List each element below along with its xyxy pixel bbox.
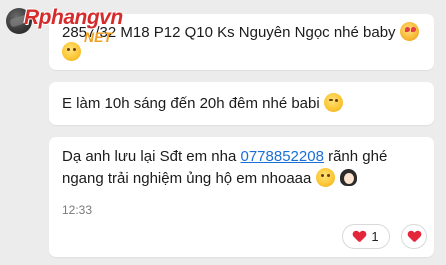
phone-number-link[interactable]: 0778852208 (240, 148, 323, 165)
smiling-face-icon (315, 168, 335, 187)
message-text: Dạ anh lưu lại Sđt em nha (62, 148, 241, 165)
message-text: ngang trải nghiệm ủng hộ em nhoaaa (62, 170, 312, 187)
message-text: E làm 10h sáng đến 20h đêm nhé babi (62, 95, 320, 112)
girl-emoji-icon (339, 168, 358, 187)
watermark-net-text: NET (84, 29, 112, 45)
message-text: rãnh ghé (323, 148, 388, 165)
smiling-face-with-hearts-icon (399, 22, 419, 41)
message-text-line: E làm 10h sáng đến 20h đêm nhé babi (62, 93, 343, 114)
reaction-summary-button[interactable]: 1 (342, 224, 390, 249)
smiling-face-icon (62, 42, 81, 61)
heart-icon (353, 231, 365, 242)
watermark-logo: Rphangvn NET (24, 6, 123, 45)
heart-icon (408, 231, 420, 242)
message-text-line: ngang trải nghiệm ủng hộ em nhoaaa (62, 168, 358, 189)
face-blowing-kiss-icon (323, 93, 343, 112)
message-text-line: Dạ anh lưu lại Sđt em nha 0778852208 rãn… (62, 147, 387, 167)
message-text-line (62, 42, 81, 63)
message-bubble[interactable]: E làm 10h sáng đến 20h đêm nhé babi (49, 82, 434, 125)
message-bubble[interactable]: Dạ anh lưu lại Sđt em nha 0778852208 rãn… (49, 137, 434, 257)
message-timestamp: 12:33 (62, 203, 93, 217)
reaction-count: 1 (371, 229, 379, 244)
add-reaction-button[interactable] (401, 224, 427, 249)
watermark-main-text: Rphangvn (24, 6, 123, 29)
